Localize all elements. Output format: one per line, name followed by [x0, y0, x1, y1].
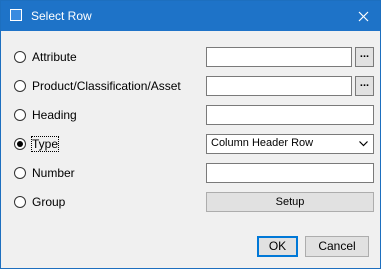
heading-radio[interactable] [14, 109, 26, 121]
row-group: Group Setup [1, 192, 380, 212]
number-field[interactable] [206, 163, 374, 183]
attribute-radio[interactable] [14, 51, 26, 63]
row-attribute: Attribute ... [1, 47, 380, 67]
type-radio[interactable] [14, 138, 26, 150]
attribute-field[interactable] [206, 47, 352, 67]
ok-button[interactable]: OK [257, 236, 298, 257]
type-select[interactable]: Column Header Row [206, 134, 374, 154]
title-bar[interactable]: Select Row [1, 1, 380, 31]
setup-button[interactable]: Setup [206, 192, 374, 212]
cancel-button[interactable]: Cancel [305, 236, 369, 257]
product-field[interactable] [206, 76, 352, 96]
row-heading: Heading [1, 105, 380, 125]
heading-field[interactable] [206, 105, 374, 125]
window-icon [10, 9, 22, 21]
select-row-dialog: Select Row Attribute ... Product/Classif… [0, 0, 381, 269]
close-button[interactable] [346, 1, 380, 31]
number-label[interactable]: Number [32, 166, 75, 180]
heading-label[interactable]: Heading [32, 108, 77, 122]
chevron-down-icon [359, 141, 368, 147]
type-label[interactable]: Type [30, 136, 60, 152]
product-radio[interactable] [14, 80, 26, 92]
type-select-value: Column Header Row [211, 137, 314, 149]
row-number: Number [1, 163, 380, 183]
attribute-browse-button[interactable]: ... [355, 47, 374, 67]
window-title: Select Row [31, 9, 92, 23]
attribute-label[interactable]: Attribute [32, 50, 77, 64]
group-label[interactable]: Group [32, 195, 65, 209]
number-radio[interactable] [14, 167, 26, 179]
group-radio[interactable] [14, 196, 26, 208]
product-browse-button[interactable]: ... [355, 76, 374, 96]
product-label[interactable]: Product/Classification/Asset [32, 79, 181, 93]
close-icon [358, 11, 368, 21]
row-product: Product/Classification/Asset ... [1, 76, 380, 96]
row-type: Type Column Header Row [1, 134, 380, 154]
